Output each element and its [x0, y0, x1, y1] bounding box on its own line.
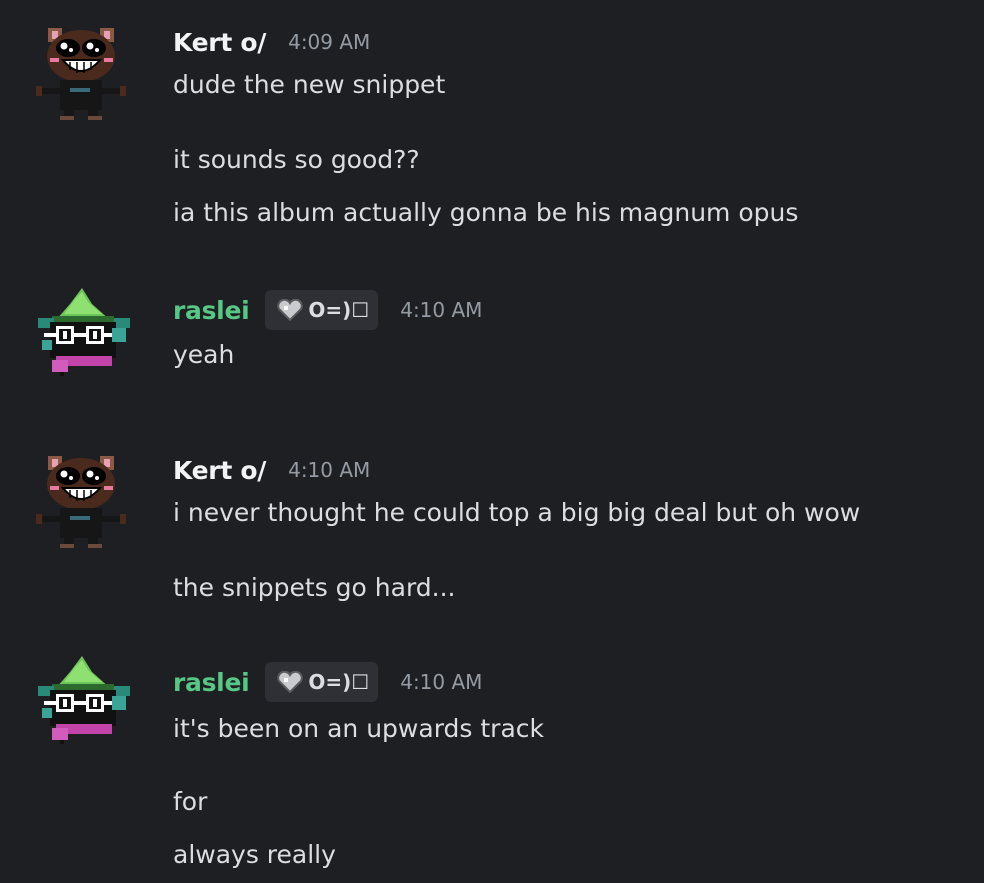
server-tag[interactable]: O=)☐ [265, 662, 379, 702]
username[interactable]: raslei [173, 668, 250, 697]
timestamp[interactable]: 4:10 AM [400, 670, 482, 694]
message-text: for [173, 787, 208, 816]
message-text: it's been on an upwards track [173, 714, 544, 743]
chat-messages: Kert o/ 4:09 AM dude the new snippet it … [0, 0, 984, 883]
message-header: raslei O=)☐ 4:10 AM [173, 662, 482, 702]
message-text: always really [173, 840, 336, 869]
heart-icon [277, 671, 304, 693]
message-header: Kert o/ 4:10 AM [173, 450, 370, 490]
message-text: it sounds so good?? [173, 145, 420, 174]
kert-avatar[interactable] [30, 450, 140, 550]
message-text: the snippets go hard... [173, 573, 456, 602]
username[interactable]: raslei [173, 296, 250, 325]
server-tag-text: O=)☐ [308, 298, 370, 322]
timestamp[interactable]: 4:09 AM [288, 30, 370, 54]
heart-icon [277, 299, 304, 321]
message-header: Kert o/ 4:09 AM [173, 22, 370, 62]
server-tag-text: O=)☐ [308, 670, 370, 694]
timestamp[interactable]: 4:10 AM [288, 458, 370, 482]
username[interactable]: Kert o/ [173, 28, 266, 57]
ralsei-avatar[interactable] [30, 652, 140, 752]
message-text: yeah [173, 340, 235, 369]
message-header: raslei O=)☐ 4:10 AM [173, 290, 482, 330]
timestamp[interactable]: 4:10 AM [400, 298, 482, 322]
ralsei-avatar[interactable] [30, 284, 140, 384]
server-tag[interactable]: O=)☐ [265, 290, 379, 330]
message-text: ia this album actually gonna be his magn… [173, 198, 799, 227]
kert-avatar[interactable] [30, 22, 140, 122]
message-text: dude the new snippet [173, 70, 446, 99]
username[interactable]: Kert o/ [173, 456, 266, 485]
message-text: i never thought he could top a big big d… [173, 498, 861, 527]
